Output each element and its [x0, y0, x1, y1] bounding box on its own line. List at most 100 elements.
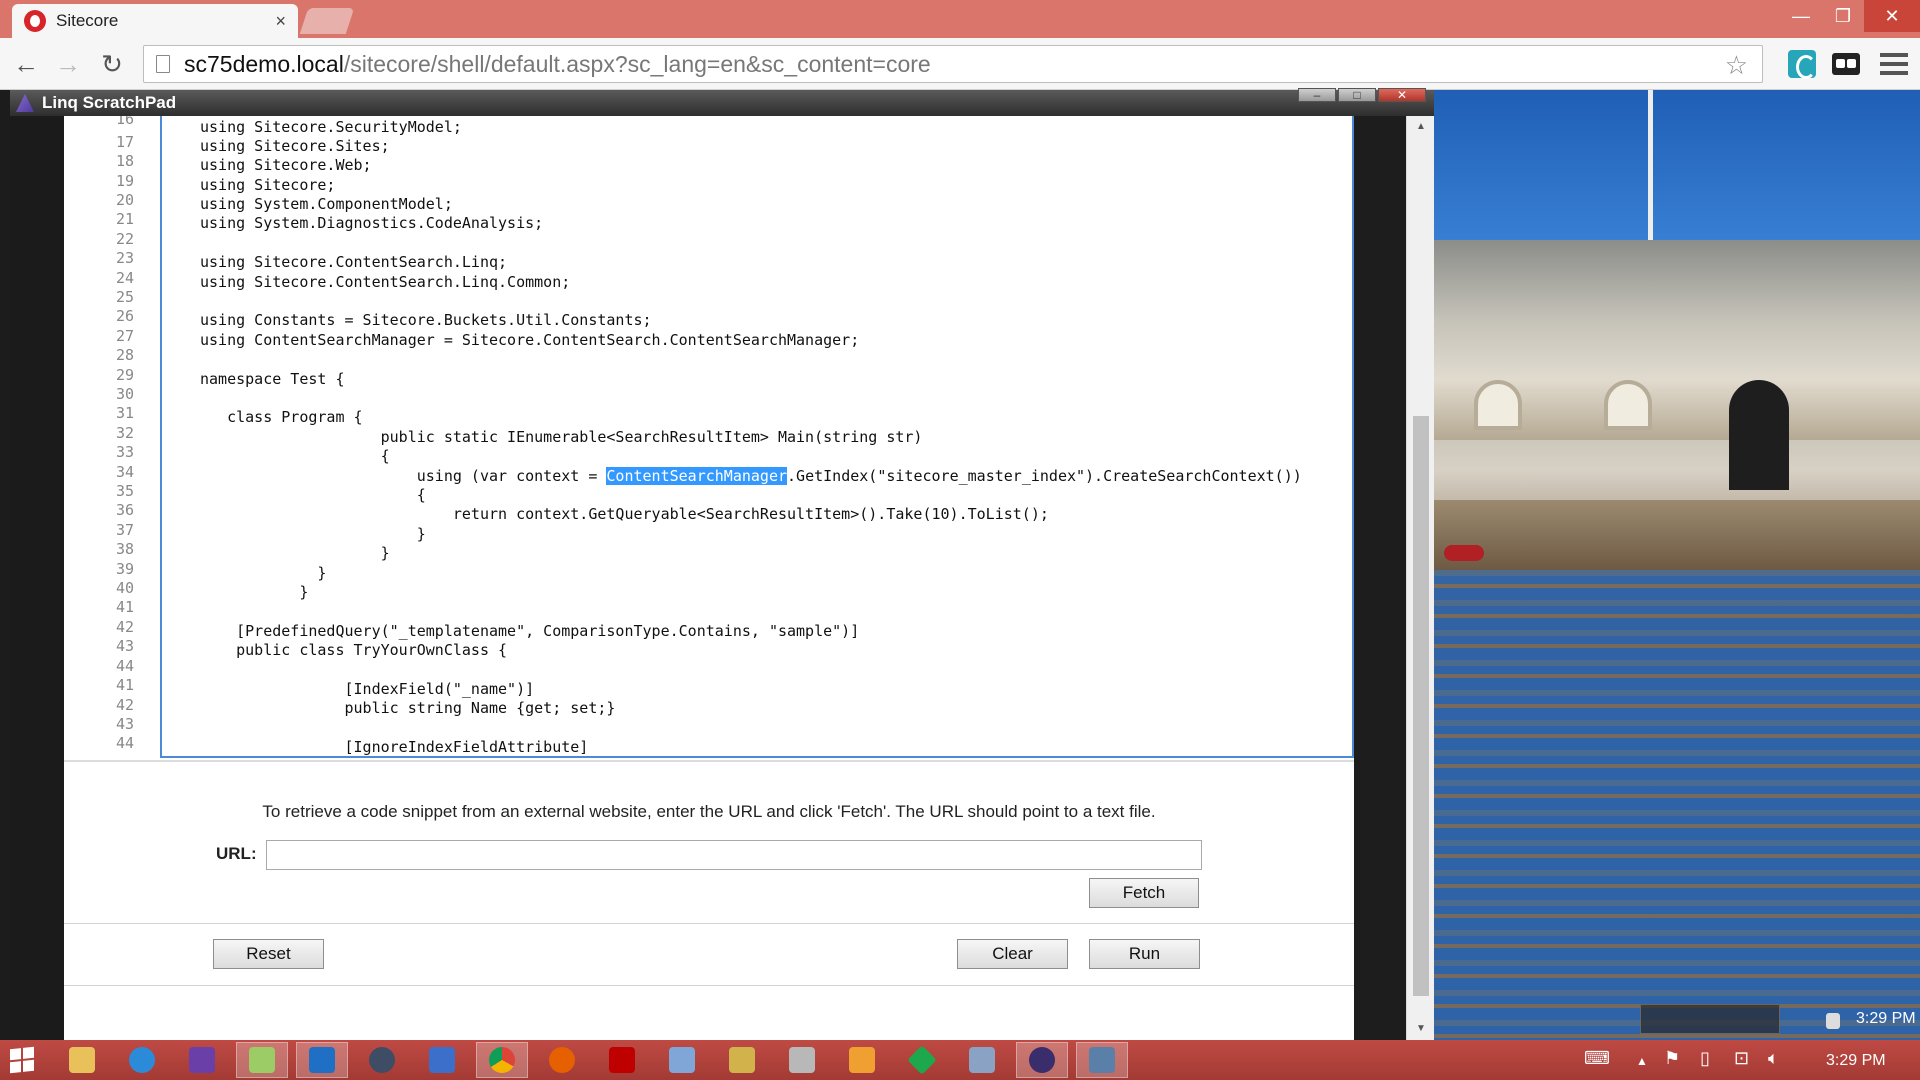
url-input[interactable]	[266, 840, 1202, 870]
remote-desktop-icon[interactable]	[416, 1042, 468, 1078]
url-host: sc75demo.local	[184, 50, 344, 77]
code-line: using Constants = Sitecore.Buckets.Util.…	[200, 311, 652, 329]
code-line: using Sitecore.ContentSearch.Linq;	[200, 253, 508, 271]
volume-icon[interactable]: 🔈︎	[1768, 1048, 1779, 1069]
start-icon[interactable]	[10, 1046, 34, 1074]
tools-icon[interactable]	[776, 1042, 828, 1078]
line-number: 42	[115, 618, 134, 636]
selected-text: ContentSearchManager	[606, 467, 788, 485]
line-number: 29	[115, 366, 134, 384]
extension-mask-icon	[1832, 53, 1860, 75]
flag-icon[interactable]: ⚑	[1664, 1048, 1680, 1069]
line-number: 22	[115, 230, 134, 248]
line-number: 21	[115, 210, 134, 228]
code-line: {	[200, 447, 390, 465]
browser-tab[interactable]: Sitecore ×	[12, 4, 298, 38]
line-number: 43	[115, 715, 134, 733]
scroll-thumb[interactable]	[1413, 416, 1429, 996]
visual-studio-icon[interactable]	[176, 1042, 228, 1078]
reset-button[interactable]: Reset	[213, 939, 324, 969]
line-number: 28	[115, 346, 134, 364]
dialog-maximize-button[interactable]: □	[1338, 88, 1376, 102]
task-manager-icon[interactable]	[1076, 1042, 1128, 1078]
obs-icon[interactable]	[1016, 1042, 1068, 1078]
network-icon[interactable]	[656, 1042, 708, 1078]
code-area[interactable]: using Sitecore.SecurityModel; using Site…	[160, 116, 1354, 758]
minimize-button[interactable]: —	[1780, 0, 1822, 32]
tab-title: Sitecore	[56, 11, 119, 30]
dialog-titlebar[interactable]: Linq ScratchPad	[10, 90, 1434, 116]
line-number-gutter: 16 17 18 19 20 21 22 23 24 25 26 27 28 2…	[64, 116, 160, 760]
url-path: /sitecore/shell/default.aspx?sc_lang=en&…	[343, 50, 931, 77]
line-number: 17	[115, 133, 134, 151]
paint-icon[interactable]	[836, 1042, 888, 1078]
fetch-instructions: To retrieve a code snippet from an exter…	[262, 802, 1156, 821]
firefox-icon[interactable]	[536, 1042, 588, 1078]
setup-icon[interactable]	[716, 1042, 768, 1078]
line-number: 39	[115, 560, 134, 578]
line-number: 32	[115, 424, 134, 442]
code-line: using Sitecore.Web;	[200, 156, 372, 174]
code-line: using ContentSearchManager = Sitecore.Co…	[200, 331, 860, 349]
scroll-down-icon[interactable]: ▼	[1407, 1018, 1435, 1040]
database-icon[interactable]	[956, 1042, 1008, 1078]
taskbar-clock[interactable]: 3:29 PM	[1826, 1052, 1886, 1070]
forward-icon[interactable]: →	[52, 48, 84, 80]
new-tab-button[interactable]	[299, 8, 355, 34]
dialog-title: Linq ScratchPad	[42, 93, 177, 112]
outlook-icon[interactable]	[296, 1042, 348, 1078]
bookmark-star-icon[interactable]: ☆	[1725, 50, 1748, 81]
divider	[64, 985, 1354, 986]
desktop-tray-box	[1640, 1004, 1780, 1034]
line-number: 18	[115, 152, 134, 170]
battery-icon[interactable]: ▯	[1700, 1048, 1710, 1069]
desktop-wallpaper	[1434, 90, 1920, 1040]
code-line: using Sitecore.SecurityModel;	[200, 118, 462, 136]
run-button[interactable]: Run	[1089, 939, 1200, 969]
scroll-up-icon[interactable]: ▲	[1407, 116, 1435, 138]
line-number: 30	[115, 385, 134, 403]
line-number: 24	[115, 269, 134, 287]
line-number: 16	[115, 116, 134, 128]
code-line: [IndexField("_name")]	[200, 680, 535, 698]
ie-downloads-icon[interactable]	[356, 1042, 408, 1078]
url-label: URL:	[216, 844, 257, 863]
code-line: using System.Diagnostics.CodeAnalysis;	[200, 214, 544, 232]
internet-explorer-icon[interactable]	[116, 1042, 168, 1078]
extension-icon-2[interactable]	[1830, 48, 1862, 80]
filezilla-icon[interactable]	[596, 1042, 648, 1078]
keyboard-icon[interactable]: ⌨	[1584, 1048, 1610, 1069]
vertical-scrollbar[interactable]: ▲ ▼	[1406, 116, 1434, 1040]
line-number: 38	[115, 540, 134, 558]
window-controls: — ❐ ✕	[1780, 0, 1920, 32]
fetch-button[interactable]: Fetch	[1089, 878, 1199, 908]
line-number: 25	[115, 288, 134, 306]
tab-close-icon[interactable]: ×	[275, 11, 286, 32]
code-line: using Sitecore.ContentSearch.Linq.Common…	[200, 273, 571, 291]
address-bar[interactable]: sc75demo.local/sitecore/shell/default.as…	[143, 45, 1763, 83]
restore-button[interactable]: ❐	[1822, 0, 1864, 32]
scratchpad-app-icon	[16, 94, 34, 112]
code-editor[interactable]: 16 17 18 19 20 21 22 23 24 25 26 27 28 2…	[64, 116, 1354, 762]
line-number: 36	[115, 501, 134, 519]
extension-logo-icon	[1788, 50, 1816, 79]
notepad-icon[interactable]	[236, 1042, 288, 1078]
line-number: 34	[115, 463, 134, 481]
close-window-button[interactable]: ✕	[1864, 0, 1920, 32]
show-hidden-icons-icon[interactable]: ▲	[1636, 1054, 1648, 1068]
clear-button[interactable]: Clear	[957, 939, 1068, 969]
dialog-minimize-button[interactable]: –	[1298, 88, 1336, 102]
browser-menu-icon[interactable]	[1880, 50, 1908, 78]
line-number: 41	[115, 676, 134, 694]
extension-icon[interactable]	[1786, 48, 1818, 80]
file-explorer-icon[interactable]	[56, 1042, 108, 1078]
code-line: }	[200, 544, 390, 562]
git-icon[interactable]	[896, 1042, 948, 1078]
dialog-close-button[interactable]: ✕	[1378, 88, 1426, 102]
reload-icon[interactable]: ↻	[96, 48, 128, 80]
chrome-icon[interactable]	[476, 1042, 528, 1078]
network-tray-icon[interactable]: ⊡	[1734, 1048, 1749, 1069]
back-icon[interactable]: ←	[10, 48, 42, 80]
line-number: 27	[115, 327, 134, 345]
line-number: 41	[115, 598, 134, 616]
